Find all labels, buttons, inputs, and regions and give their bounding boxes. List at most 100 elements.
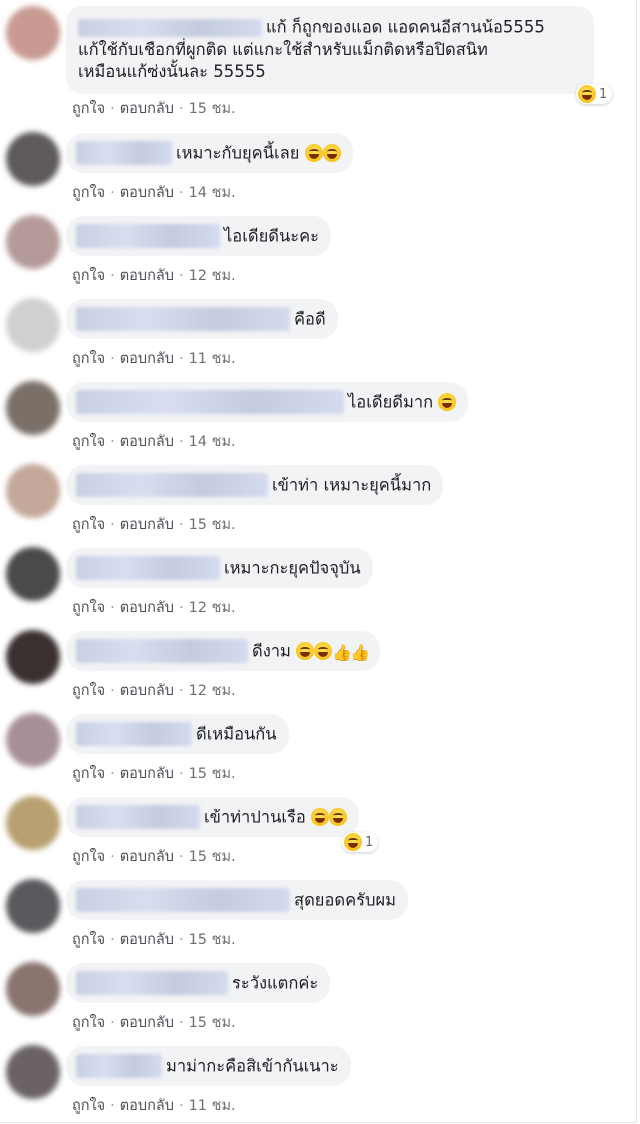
comment-time[interactable]: 15 ชม. xyxy=(189,101,236,117)
like-link[interactable]: ถูกใจ xyxy=(72,932,105,948)
like-link[interactable]: ถูกใจ xyxy=(72,517,105,533)
comment-bubble: แก้ ก็ถูกของแอด แอดคนอีสานน้อ5555 แก้ใช้… xyxy=(66,6,594,94)
comment-bubble: ไอเดียดีนะคะ xyxy=(66,216,331,256)
reply-link[interactable]: ตอบกลับ xyxy=(120,766,174,782)
reply-link[interactable]: ตอบกลับ xyxy=(120,434,174,450)
separator: · xyxy=(178,849,184,865)
comment-time[interactable]: 15 ชม. xyxy=(189,1015,236,1031)
commenter-name[interactable] xyxy=(76,639,248,663)
separator: · xyxy=(110,932,115,948)
comment-time[interactable]: 12 ชม. xyxy=(189,268,236,284)
like-link[interactable]: ถูกใจ xyxy=(72,268,105,284)
comment-text: แก้ใช้กับเชือกที่ผูกติด แต่แกะใช้สำหรับแ… xyxy=(78,39,488,59)
comment-bubble: เข้าท่า เหมาะยุคนี้มาก xyxy=(66,465,444,505)
separator: · xyxy=(178,351,184,367)
like-link[interactable]: ถูกใจ xyxy=(72,683,105,699)
commenter-name[interactable] xyxy=(76,888,290,912)
comment-bubble: ไอเดียดีมาก xyxy=(66,382,469,422)
comment-time[interactable]: 15 ชม. xyxy=(189,766,236,782)
avatar[interactable] xyxy=(6,962,60,1016)
comment-text: แก้ ก็ถูกของแอด แอดคนอีสานน้อ5555 xyxy=(266,17,545,37)
comment-time[interactable]: 11 ชม. xyxy=(189,351,236,367)
like-link[interactable]: ถูกใจ xyxy=(72,101,105,117)
commenter-name[interactable] xyxy=(76,1054,162,1078)
avatar[interactable] xyxy=(6,630,60,684)
comment-text: ไอเดียดีมาก xyxy=(348,392,434,412)
avatar[interactable] xyxy=(6,6,60,60)
thumbs-up-icon xyxy=(350,642,368,660)
reply-link[interactable]: ตอบกลับ xyxy=(120,185,174,201)
commenter-name[interactable] xyxy=(76,722,192,746)
avatar[interactable] xyxy=(6,547,60,601)
comment-time[interactable]: 14 ชม. xyxy=(189,185,236,201)
reply-link[interactable]: ตอบกลับ xyxy=(120,683,174,699)
separator: · xyxy=(110,766,115,782)
commenter-name[interactable] xyxy=(76,390,344,414)
reply-link[interactable]: ตอบกลับ xyxy=(120,268,174,284)
commenter-name[interactable] xyxy=(76,805,200,829)
reply-link[interactable]: ตอบกลับ xyxy=(120,1098,174,1114)
comment-meta: ถูกใจ · ตอบกลับ · 15 ชม. xyxy=(72,762,236,785)
comment-meta: ถูกใจ · ตอบกลับ · 15 ชม. xyxy=(72,928,236,951)
commenter-name[interactable] xyxy=(76,141,172,165)
reply-link[interactable]: ตอบกลับ xyxy=(120,517,174,533)
commenter-name[interactable] xyxy=(78,18,262,37)
avatar[interactable] xyxy=(6,1045,60,1099)
commenter-name[interactable] xyxy=(76,556,220,580)
comment-time[interactable]: 15 ชม. xyxy=(189,517,236,533)
comment-text: เหมาะกับยุคนี้เลย xyxy=(176,143,300,163)
reply-link[interactable]: ตอบกลับ xyxy=(120,932,174,948)
commenter-name[interactable] xyxy=(76,473,268,497)
separator: · xyxy=(110,1098,115,1114)
avatar[interactable] xyxy=(6,132,60,186)
comment-time[interactable]: 14 ชม. xyxy=(189,434,236,450)
comment-text: ระวังแตกค่ะ xyxy=(232,973,319,993)
like-link[interactable]: ถูกใจ xyxy=(72,1098,105,1114)
reply-link[interactable]: ตอบกลับ xyxy=(120,351,174,367)
laughing-emoji-icon xyxy=(322,144,341,162)
reaction-badge[interactable]: 1 xyxy=(576,84,613,104)
comment-bubble: ระวังแตกค่ะ xyxy=(66,963,331,1003)
reply-link[interactable]: ตอบกลับ xyxy=(120,849,174,865)
like-link[interactable]: ถูกใจ xyxy=(72,600,105,616)
reply-link[interactable]: ตอบกลับ xyxy=(120,101,174,117)
separator: · xyxy=(110,683,115,699)
comment-meta: ถูกใจ · ตอบกลับ · 12 ชม. xyxy=(72,596,236,619)
avatar[interactable] xyxy=(6,796,60,850)
comment-bubble: เหมาะกะยุคปัจจุบัน xyxy=(66,548,373,588)
comment-time[interactable]: 15 ชม. xyxy=(189,849,236,865)
comment-meta: ถูกใจ · ตอบกลับ · 12 ชม. xyxy=(72,679,236,702)
laughing-emoji-icon xyxy=(304,144,323,162)
like-link[interactable]: ถูกใจ xyxy=(72,1015,105,1031)
separator: · xyxy=(178,766,184,782)
comment-meta: ถูกใจ · ตอบกลับ · 14 ชม. xyxy=(72,181,236,204)
comment-text: เข้าท่า เหมาะยุคนี้มาก xyxy=(272,475,432,495)
comment-time[interactable]: 12 ชม. xyxy=(189,683,236,699)
comment-time[interactable]: 11 ชม. xyxy=(189,1098,236,1114)
like-link[interactable]: ถูกใจ xyxy=(72,434,105,450)
like-link[interactable]: ถูกใจ xyxy=(72,766,105,782)
like-link[interactable]: ถูกใจ xyxy=(72,849,105,865)
avatar[interactable] xyxy=(6,381,60,435)
grin-emoji-icon xyxy=(296,642,315,660)
reaction-badge[interactable]: 1 xyxy=(342,832,379,852)
avatar[interactable] xyxy=(6,215,60,269)
commenter-name[interactable] xyxy=(76,307,290,331)
separator: · xyxy=(110,517,115,533)
commenter-name[interactable] xyxy=(76,224,220,248)
like-link[interactable]: ถูกใจ xyxy=(72,351,105,367)
avatar[interactable] xyxy=(6,713,60,767)
reply-link[interactable]: ตอบกลับ xyxy=(120,600,174,616)
avatar[interactable] xyxy=(6,879,60,933)
comment-time[interactable]: 15 ชม. xyxy=(189,932,236,948)
comment-time[interactable]: 12 ชม. xyxy=(189,600,236,616)
commenter-name[interactable] xyxy=(76,971,228,995)
avatar[interactable] xyxy=(6,298,60,352)
separator: · xyxy=(178,101,184,117)
like-link[interactable]: ถูกใจ xyxy=(72,185,105,201)
separator: · xyxy=(110,600,115,616)
avatar[interactable] xyxy=(6,464,60,518)
reply-link[interactable]: ตอบกลับ xyxy=(120,1015,174,1031)
comment-text: เหมือนแก้ซ่งนั้นละ 55555 xyxy=(78,61,266,81)
comment-bubble: ดีเหมือนกัน xyxy=(66,714,289,754)
